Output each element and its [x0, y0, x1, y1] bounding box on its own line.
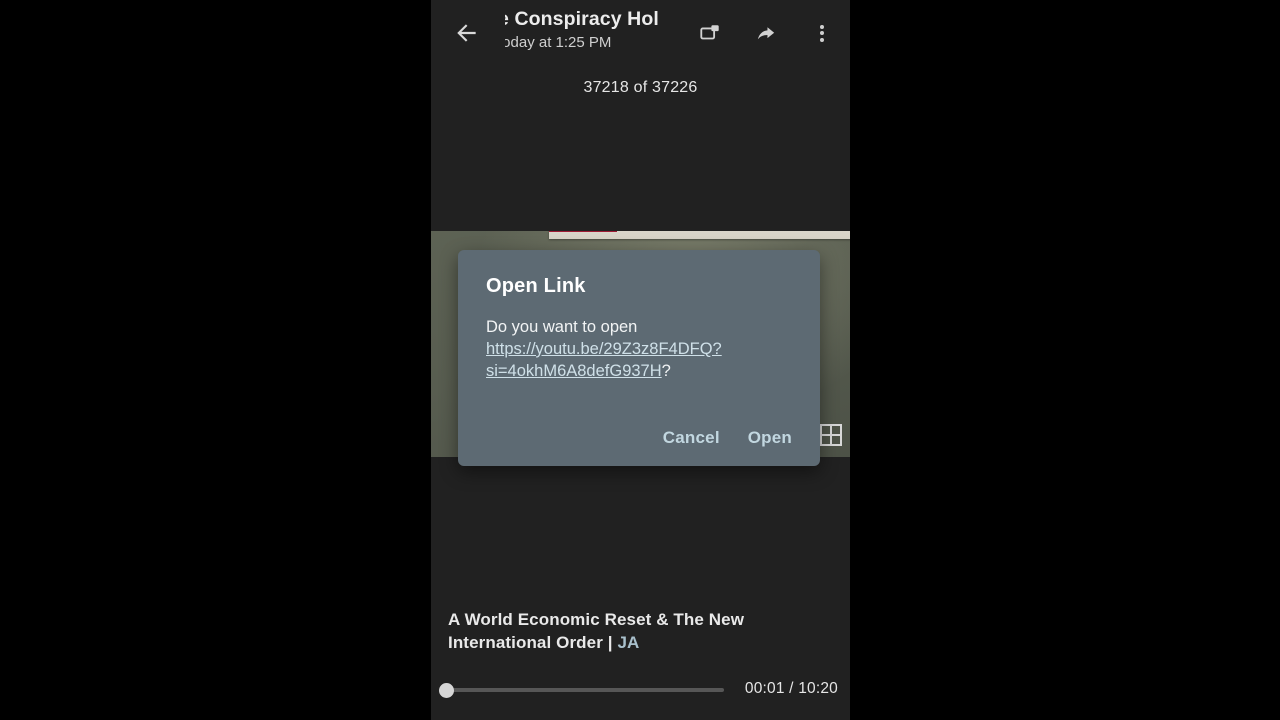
dialog-message: Do you want to open https://youtu.be/29Z… [486, 316, 734, 382]
channel-link[interactable]: JA [617, 633, 639, 652]
dialog-message-prefix: Do you want to open [486, 318, 638, 336]
cancel-button[interactable]: Cancel [649, 420, 734, 456]
dialog-title: Open Link [486, 275, 586, 297]
video-title-text: A World Economic Reset & The New Interna… [448, 610, 745, 652]
picture-in-picture-icon[interactable] [690, 13, 730, 53]
dialog-actions: Cancel Open [649, 420, 806, 456]
newspaper-prop: The Economist [549, 231, 850, 239]
share-icon[interactable] [746, 13, 786, 53]
time-label: 00:01 / 10:20 [744, 680, 838, 697]
overflow-menu-icon[interactable] [802, 13, 842, 53]
back-arrow-icon[interactable] [447, 13, 487, 53]
economist-masthead: The Economist [549, 231, 617, 232]
menu-dot [820, 24, 824, 29]
conversation-timestamp: today at 1:25 PM [505, 34, 612, 51]
conversation-header[interactable]: e Conspiracy Hol today at 1:25 PM [505, 6, 695, 60]
fullscreen-icon[interactable] [820, 424, 842, 446]
seek-thumb[interactable] [439, 683, 454, 698]
conversation-title: e Conspiracy Hol [505, 8, 659, 30]
menu-dot [820, 31, 824, 35]
open-link-dialog: Open Link Do you want to open https://yo… [458, 250, 820, 466]
seek-track[interactable] [443, 688, 724, 692]
menu-dot [820, 37, 824, 42]
fullscreen-corner [830, 434, 842, 446]
video-title: A World Economic Reset & The New Interna… [448, 608, 838, 654]
seek-bar-row: 00:01 / 10:20 [431, 678, 850, 704]
app-bar: e Conspiracy Hol today at 1:25 PM [431, 0, 850, 66]
message-counter: 37218 of 37226 [583, 79, 698, 96]
open-button[interactable]: Open [734, 420, 806, 456]
video-meta: A World Economic Reset & The New Interna… [448, 608, 838, 654]
screen: e Conspiracy Hol today at 1:25 PM 37218 … [0, 0, 1280, 720]
dialog-url[interactable]: https://youtu.be/29Z3z8F4DFQ?si=4okhM6A8… [486, 340, 722, 380]
dialog-message-suffix: ? [661, 362, 671, 380]
